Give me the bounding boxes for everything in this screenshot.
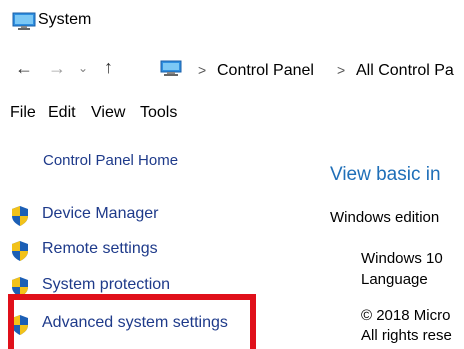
- page-heading: View basic in: [330, 164, 441, 185]
- edition-sub: Language: [361, 271, 428, 288]
- menu-edit[interactable]: Edit: [48, 104, 76, 122]
- breadcrumb-separator: >: [198, 62, 207, 78]
- menu-file[interactable]: File: [10, 104, 36, 122]
- breadcrumb-all-control-panel[interactable]: All Control Pa: [356, 62, 454, 80]
- uac-shield-icon: [12, 241, 28, 261]
- breadcrumb-control-panel[interactable]: Control Panel: [217, 62, 314, 80]
- sidebar-item-label: Device Manager: [42, 205, 159, 222]
- copyright-text: © 2018 Micro: [361, 307, 451, 324]
- breadcrumb-separator: >: [337, 62, 346, 78]
- title-bar: System: [0, 0, 464, 40]
- sidebar-item-label: System protection: [42, 276, 171, 293]
- rights-text: All rights rese: [361, 327, 452, 344]
- control-panel-home-link[interactable]: Control Panel Home: [43, 152, 178, 169]
- sidebar-item-remote-settings[interactable]: Remote settings: [10, 238, 310, 262]
- chevron-down-icon[interactable]: ⌄: [78, 59, 88, 77]
- sidebar-item-device-manager[interactable]: Device Manager: [10, 203, 310, 227]
- arrow-right-icon[interactable]: →: [48, 59, 66, 77]
- highlight-box: [8, 294, 256, 349]
- arrow-left-icon[interactable]: ←: [15, 59, 33, 77]
- edition-name: Windows 10: [361, 250, 443, 267]
- menu-view[interactable]: View: [91, 104, 125, 122]
- control-panel-icon: [160, 60, 182, 76]
- menu-tools[interactable]: Tools: [140, 104, 177, 122]
- arrow-up-icon[interactable]: ↑: [104, 58, 113, 76]
- window-title: System: [38, 11, 92, 28]
- section-title-windows-edition: Windows edition: [330, 209, 440, 226]
- sidebar-item-label: Remote settings: [42, 240, 158, 257]
- system-monitor-icon: [12, 12, 36, 30]
- uac-shield-icon: [12, 206, 28, 226]
